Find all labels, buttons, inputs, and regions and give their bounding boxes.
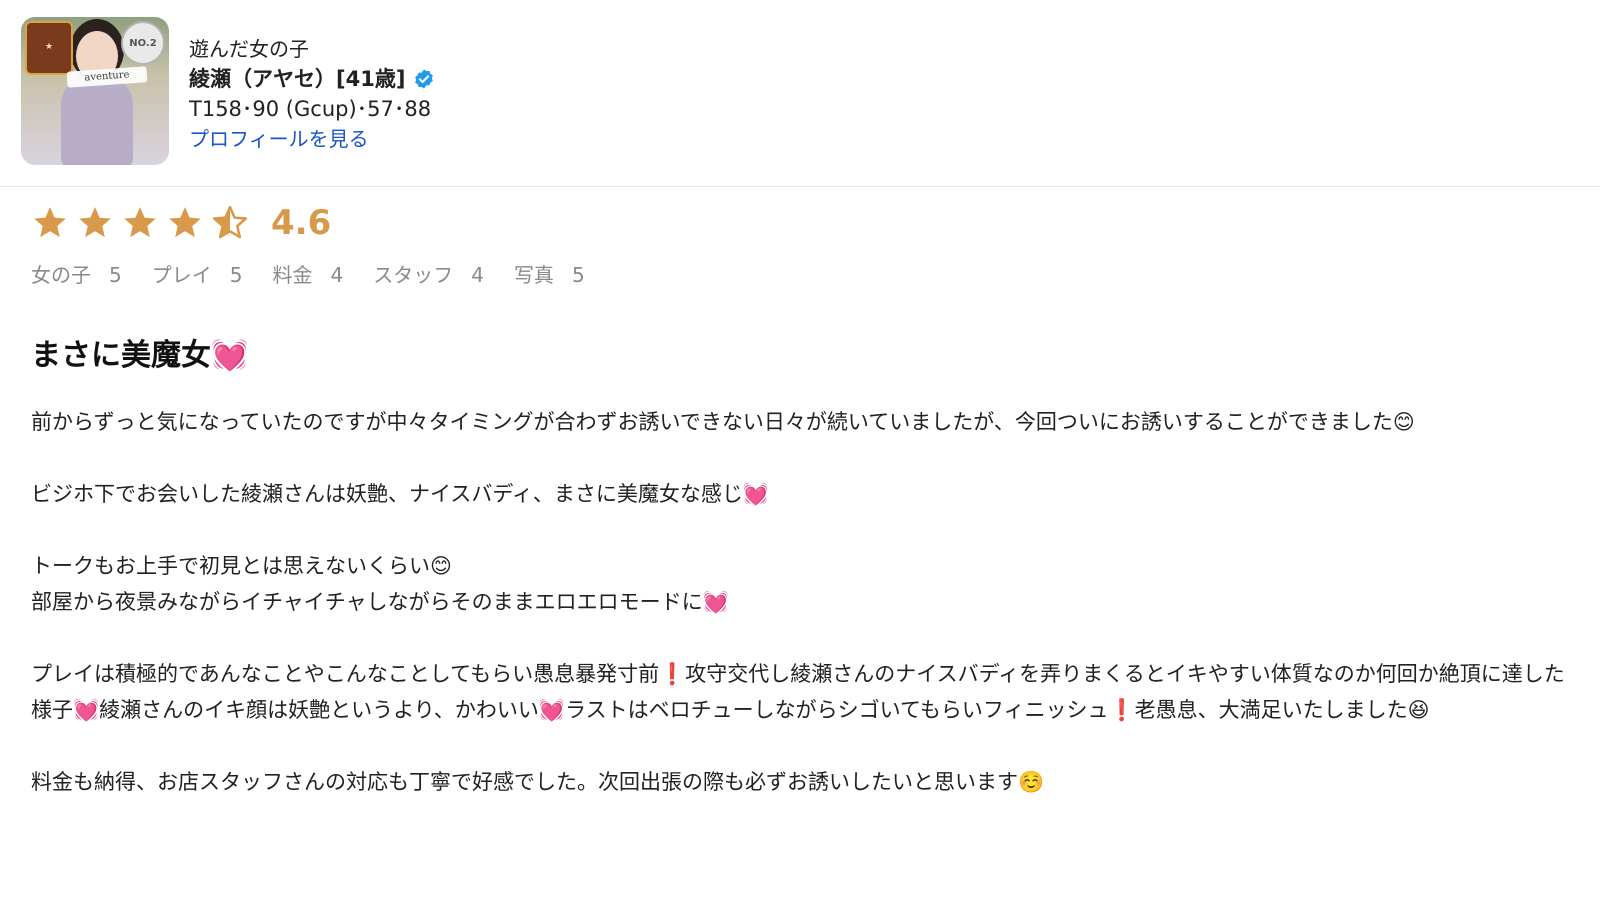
review-paragraph: プレイは積極的であんなことやこんなことしてもらい愚息暴発寸前❗攻守交代し綾瀬さん…: [31, 662, 1565, 722]
sub-rating-price: 料金 4: [272, 263, 344, 287]
star-full-icon: [34, 207, 66, 238]
verified-check-icon: [415, 69, 434, 89]
review-paragraph: 前からずっと気になっていたのですが中々タイミングが合わずお誘いできない日々が続い…: [31, 410, 1415, 434]
girl-name-row: 綾瀬（アヤセ）[41歳]: [189, 64, 435, 94]
star-full-icon: [124, 207, 156, 238]
review-paragraph: ビジホ下でお会いした綾瀬さんは妖艶、ナイスバディ、まさに美魔女な感じ💓: [31, 482, 770, 506]
girl-header: ★ NO.2 aventure 遊んだ女の子 綾瀬（アヤセ）[41歳] T158…: [0, 0, 1600, 187]
sub-rating-photo: 写真 5: [513, 263, 585, 287]
review-paragraph: トークもお上手で初見とは思えないくらい😊 部屋から夜景みながらイチャイチャしなが…: [31, 554, 729, 614]
sub-ratings: 女の子 5 プレイ 5 料金 4 スタッフ 4 写真 5: [31, 259, 585, 288]
overall-rating: 4.6: [31, 203, 331, 243]
review-body: 前からずっと気になっていたのですが中々タイミングが合わずお誘いできない日々が続い…: [31, 404, 1571, 800]
rank-medal-icon: NO.2: [121, 21, 165, 65]
rating-score: 4.6: [271, 203, 332, 243]
sub-rating-girl: 女の子 5: [31, 263, 122, 287]
sub-rating-staff: スタッフ 4: [373, 263, 484, 287]
star-full-icon: [79, 207, 111, 238]
girl-name: 綾瀬（アヤセ）[41歳]: [189, 67, 406, 91]
girl-stats: T158･90 (Gcup)･57･88: [189, 97, 432, 121]
girl-avatar[interactable]: ★ NO.2 aventure: [21, 17, 169, 165]
sub-rating-play: プレイ 5: [151, 263, 243, 287]
profile-link[interactable]: プロフィールを見る: [189, 127, 369, 151]
ranking-badge: ★: [25, 21, 73, 75]
star-half-icon: [212, 205, 248, 239]
played-girl-label: 遊んだ女の子: [189, 37, 309, 61]
girl-info: 遊んだ女の子 綾瀬（アヤセ）[41歳] T158･90 (Gcup)･57･88…: [189, 34, 435, 154]
star-full-icon: [169, 207, 201, 238]
avatar-figure: [61, 75, 133, 165]
review-title: まさに美魔女💓: [31, 338, 249, 373]
review-paragraph: 料金も納得、お店スタッフさんの対応も丁寧で好感でした。次回出張の際も必ずお誘いし…: [31, 770, 1045, 794]
